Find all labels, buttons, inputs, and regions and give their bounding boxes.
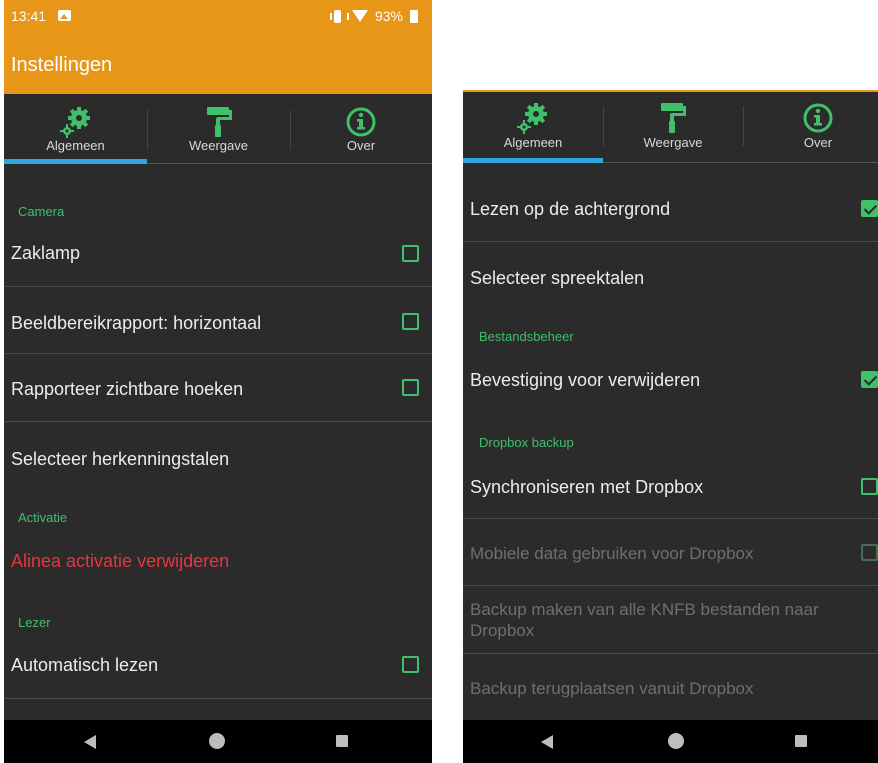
setting-remove-activation[interactable]: Alinea activatie verwijderen [4,529,432,595]
tab-display[interactable]: Weergave [147,94,290,163]
divider [4,698,432,699]
setting-aspect-ratio-report[interactable]: Beeldbereikrapport: horizontaal [4,287,432,354]
setting-restore-backup[interactable]: Backup terugplaatsen vanuit Dropbox [463,654,878,720]
section-file-management: Bestandsbeheer [479,329,574,344]
section-dropbox-backup: Dropbox backup [479,435,574,450]
setting-label: Zaklamp [11,243,81,263]
tab-general-label: Algemeen [503,135,563,150]
tab-bar: Algemeen Weergave Over [4,94,432,164]
tab-general[interactable]: Algemeen [463,92,603,162]
tab-general[interactable]: Algemeen [4,94,147,163]
checkbox-auto-read[interactable] [402,656,419,673]
info-icon [803,103,833,133]
back-icon[interactable] [541,735,553,749]
setting-label: Mobiele data gebruiken voor Dropbox [470,544,754,563]
checkbox-report-corners[interactable] [402,379,419,396]
gears-icon [517,103,547,134]
tab-display[interactable]: Weergave [603,92,743,162]
setting-label-line1: Backup maken van alle KNFB bestanden naa… [470,600,819,619]
setting-recognition-languages[interactable]: Selecteer herkenningstalen [4,422,432,490]
setting-flashlight[interactable]: Zaklamp [4,221,432,287]
page-title: Instellingen [11,54,113,76]
wifi-icon [351,10,368,22]
checkbox-confirm-delete[interactable] [861,371,878,388]
navigation-bar [463,720,878,763]
setting-label: Bevestiging voor verwijderen [470,370,701,390]
setting-sync-dropbox[interactable]: Synchroniseren met Dropbox [463,453,878,519]
setting-report-corners[interactable]: Rapporteer zichtbare hoeken [4,354,432,422]
checkbox-mobile-data-dropbox[interactable] [861,544,878,561]
checkbox-background-reading[interactable] [861,200,878,217]
tab-display-label: Weergave [643,135,703,150]
paint-roller-icon [661,103,686,133]
tab-general-label: Algemeen [46,138,105,153]
setting-auto-read[interactable]: Automatisch lezen [4,633,432,699]
tab-about-label: Over [803,135,833,150]
tab-display-label: Weergave [188,138,248,153]
tab-about[interactable]: Over [290,94,432,163]
app-bar: Instellingen [4,32,432,94]
section-reader: Lezer [18,615,51,630]
image-notification-icon [58,10,71,21]
setting-label: Automatisch lezen [11,655,159,675]
info-icon [346,107,376,137]
settings-list: Camera Zaklamp Beeldbereikrapport: horiz… [4,164,432,720]
checkbox-flashlight[interactable] [402,245,419,262]
settings-screen-left: 13:41 93% Instellingen Algemeen Weergave… [4,0,432,763]
setting-label: Beeldbereikrapport: horizontaal [11,313,262,333]
tab-about-label: Over [346,138,376,153]
setting-speech-languages[interactable]: Selecteer spreektalen [463,242,878,310]
setting-label: Synchroniseren met Dropbox [470,477,704,497]
section-camera: Camera [18,204,65,219]
settings-list: Lezen op de achtergrond Selecteer spreek… [463,163,878,720]
setting-mobile-data-dropbox[interactable]: Mobiele data gebruiken voor Dropbox [463,519,878,586]
back-icon[interactable] [84,735,96,749]
tab-bar: Algemeen Weergave Over [463,90,878,163]
tab-divider [743,106,744,146]
setting-label-line2: Dropbox [470,621,535,640]
status-bar: 13:41 93% [4,0,432,32]
recent-apps-icon[interactable] [336,735,348,747]
battery-percentage: 93% [374,8,403,24]
home-icon[interactable] [668,733,684,749]
setting-label: Rapporteer zichtbare hoeken [11,379,244,399]
setting-label: Selecteer herkenningstalen [11,449,230,469]
setting-label: Selecteer spreektalen [470,268,645,288]
tab-about[interactable]: Over [748,92,878,162]
section-activation: Activatie [18,510,68,525]
gears-icon [59,107,90,138]
setting-label: Backup terugplaatsen vanuit Dropbox [470,679,754,698]
recent-apps-icon[interactable] [795,735,807,747]
setting-label: Lezen op de achtergrond [470,199,671,219]
setting-backup-all[interactable]: Backup maken van alle KNFB bestanden naa… [463,586,878,654]
battery-icon [410,9,418,23]
home-icon[interactable] [209,733,225,749]
vibrate-icon [329,9,349,23]
navigation-bar [4,720,432,763]
status-time: 13:41 [11,8,47,24]
checkbox-sync-dropbox[interactable] [861,478,878,495]
checkbox-aspect-ratio-report[interactable] [402,313,419,330]
setting-confirm-delete[interactable]: Bevestiging voor verwijderen [463,347,878,412]
settings-screen-right: Algemeen Weergave Over Lezen op de achte… [463,90,878,763]
setting-background-reading[interactable]: Lezen op de achtergrond [463,163,878,242]
paint-roller-icon [206,107,232,137]
setting-label: Alinea activatie verwijderen [11,551,230,571]
